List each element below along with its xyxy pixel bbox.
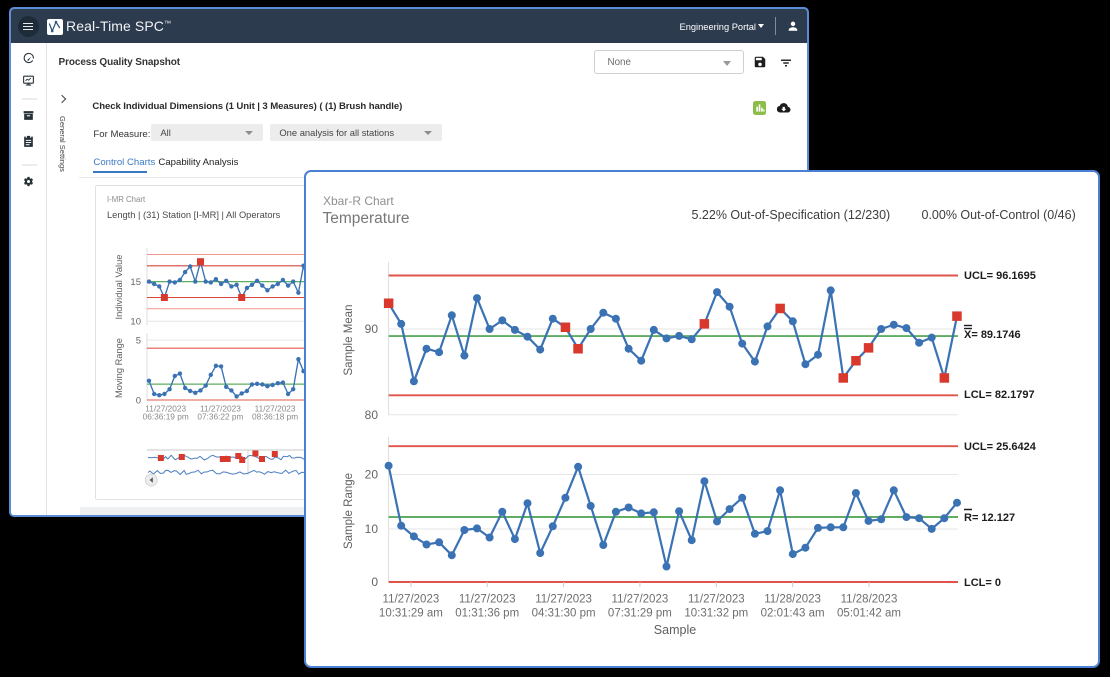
svg-text:11/28/2023: 11/28/2023 [764,594,821,606]
svg-text:90: 90 [364,322,378,336]
svg-text:10: 10 [130,317,141,328]
svg-text:07:31:29 pm: 07:31:29 pm [607,608,671,620]
svg-text:LCL= 82.1797: LCL= 82.1797 [964,389,1035,401]
svg-text:11/27/2023: 11/27/2023 [687,594,744,606]
svg-text:Moving Range: Moving Range [114,338,124,398]
svg-text:0: 0 [371,575,378,589]
svg-text:02:01:43 am: 02:01:43 am [760,608,824,620]
svg-text:X= 89.1746: X= 89.1746 [964,329,1021,341]
svg-text:05:01:42 am: 05:01:42 am [837,608,901,620]
svg-text:11/28/2023: 11/28/2023 [840,594,897,606]
svg-text:0: 0 [136,396,141,407]
svg-text:Individual Value: Individual Value [114,255,124,320]
svg-text:80: 80 [364,408,378,422]
svg-text:R= 12.127: R= 12.127 [964,512,1015,524]
svg-text:04:31:30 pm: 04:31:30 pm [531,608,595,620]
svg-text:15: 15 [130,277,141,288]
svg-text:11/27/2023: 11/27/2023 [382,594,439,606]
svg-text:UCL= 25.6424: UCL= 25.6424 [964,441,1037,453]
svg-text:10:31:32 pm: 10:31:32 pm [684,608,748,620]
svg-text:Sample Range: Sample Range [343,473,355,549]
svg-text:Sample Mean: Sample Mean [343,305,355,376]
svg-text:06:36:19 pm: 06:36:19 pm [143,412,189,422]
svg-text:20: 20 [364,468,378,482]
svg-text:LCL= 0: LCL= 0 [964,577,1001,589]
svg-text:10:31:29 am: 10:31:29 am [378,608,442,620]
svg-text:07:36:22 pm: 07:36:22 pm [197,412,243,422]
svg-text:01:31:36 pm: 01:31:36 pm [455,608,519,620]
svg-text:11/27/2023: 11/27/2023 [535,594,592,606]
svg-text:Sample: Sample [653,623,695,637]
svg-text:08:36:18 pm: 08:36:18 pm [252,412,298,422]
svg-text:11/27/2023: 11/27/2023 [611,594,668,606]
svg-text:UCL= 96.1695: UCL= 96.1695 [964,270,1036,282]
svg-text:10: 10 [364,522,378,536]
svg-text:11/27/2023: 11/27/2023 [458,594,515,606]
svg-text:5: 5 [136,336,141,347]
